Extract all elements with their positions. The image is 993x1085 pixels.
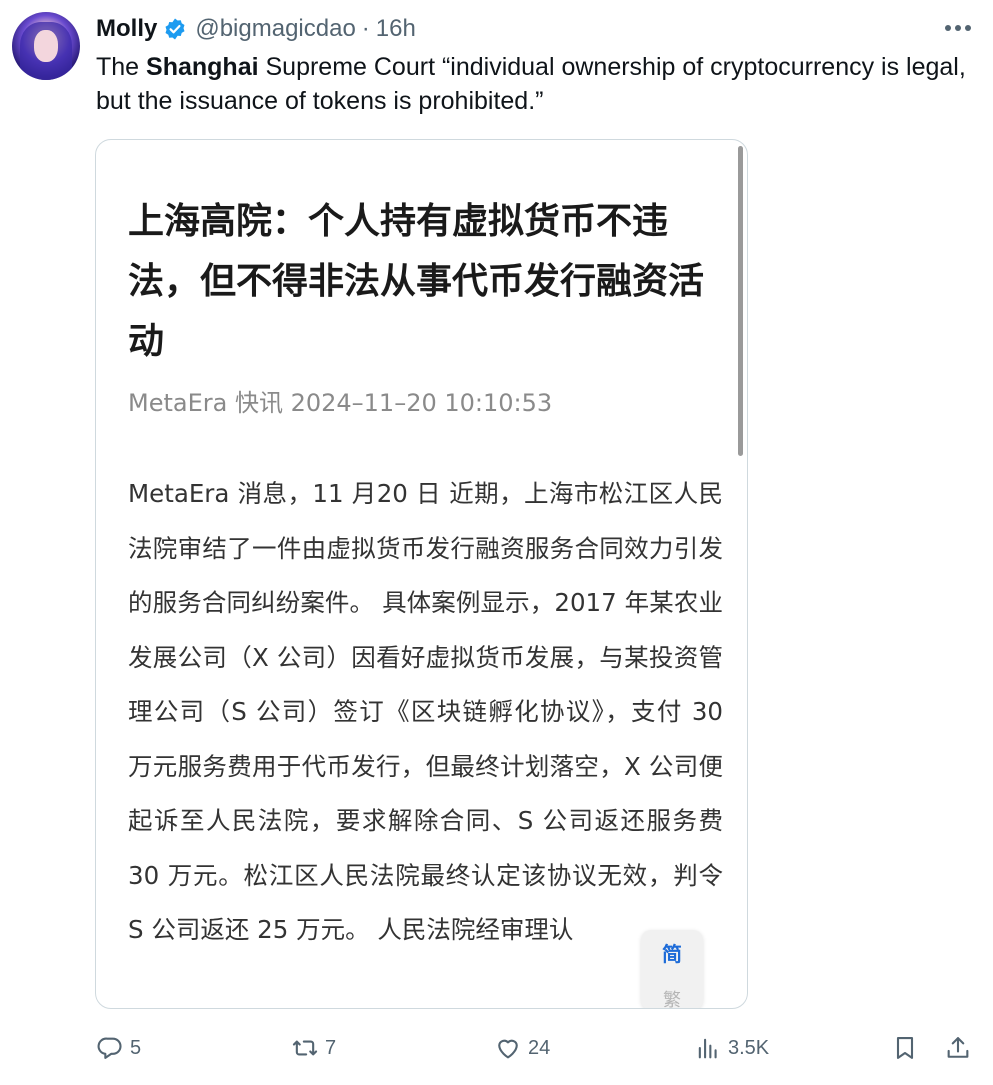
tweet-media-image[interactable]: 上海高院：个人持有虚拟货币不违法，但不得非法从事代币发行融资活动 MetaEra…: [95, 139, 748, 1009]
more-horizontal-icon: [945, 25, 971, 31]
heart-icon: [498, 1039, 518, 1059]
article-meta: MetaEra 快讯 2024–11–20 10:10:53: [128, 389, 553, 417]
language-toggle: 简 繁: [641, 930, 703, 1009]
share-button[interactable]: [944, 1030, 972, 1066]
author-name[interactable]: Molly: [96, 15, 157, 43]
post-time[interactable]: 16h: [376, 15, 416, 43]
repost-count: 7: [325, 1036, 337, 1059]
article-title: 上海高院：个人持有虚拟货币不违法，但不得非法从事代币发行融资活动: [128, 201, 705, 362]
like-button[interactable]: 24: [494, 1030, 550, 1066]
avatar-face: [34, 30, 58, 62]
tweet-text-before: The: [96, 53, 147, 81]
reply-button[interactable]: 5: [96, 1030, 141, 1066]
verified-badge-icon: [165, 18, 185, 40]
tweet-text-bold: Shanghai: [146, 53, 259, 81]
action-bar: 5 7 24 3.5K: [96, 1030, 976, 1066]
like-count: 24: [528, 1036, 551, 1059]
author-handle[interactable]: @bigmagicdao: [195, 15, 355, 43]
media-scrollbar: [738, 146, 743, 456]
avatar[interactable]: [12, 12, 80, 80]
simplified-label: 简: [662, 942, 682, 966]
repost-icon: [292, 1040, 318, 1056]
views-count: 3.5K: [728, 1036, 770, 1059]
bookmark-button[interactable]: [891, 1030, 919, 1066]
views-button[interactable]: 3.5K: [694, 1030, 769, 1066]
tweet-header: Molly @bigmagicdao · 16h: [96, 14, 416, 44]
reply-icon: [97, 1037, 122, 1059]
article-body: MetaEra 消息，11 月20 日 近期，上海市松江区人民法院审结了一件由虚…: [128, 479, 723, 944]
repost-button[interactable]: 7: [291, 1030, 336, 1066]
more-options-button[interactable]: [943, 16, 973, 40]
tweet-text: The Shanghai Supreme Court “individual o…: [96, 50, 976, 118]
bookmark-icon: [896, 1037, 914, 1059]
views-bar-chart-icon: [698, 1038, 717, 1059]
share-icon: [947, 1037, 969, 1058]
reply-count: 5: [130, 1036, 142, 1059]
traditional-label: 繁: [663, 990, 681, 1009]
separator-dot: ·: [361, 15, 370, 42]
